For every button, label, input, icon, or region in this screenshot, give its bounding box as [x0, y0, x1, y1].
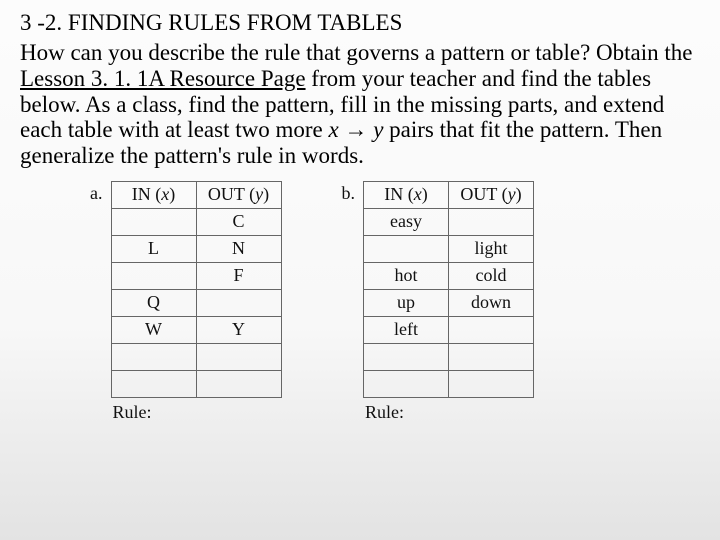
- table-b: IN (x) OUT (y) easy light hotcold updown…: [363, 181, 534, 398]
- cell-out: [196, 289, 281, 316]
- table-a-block: IN (x) OUT (y) C LN F Q WY Rule:: [111, 181, 282, 423]
- table-row: WY: [111, 316, 281, 343]
- table-header-row: IN (x) OUT (y): [111, 181, 281, 208]
- cell-out: down: [449, 289, 534, 316]
- cell-in: [111, 343, 196, 370]
- cell-out: Y: [196, 316, 281, 343]
- instructions: How can you describe the rule that gover…: [20, 40, 700, 169]
- table-row: [364, 370, 534, 397]
- var-y: y: [373, 117, 383, 142]
- cell-in: [111, 208, 196, 235]
- label-b: b.: [342, 181, 356, 204]
- cell-out: N: [196, 235, 281, 262]
- table-row: [364, 343, 534, 370]
- heading-title: FINDING RULES FROM TABLES: [68, 10, 402, 35]
- col-in: IN (x): [111, 181, 196, 208]
- cell-out: cold: [449, 262, 534, 289]
- cell-in: W: [111, 316, 196, 343]
- table-row: updown: [364, 289, 534, 316]
- table-a: IN (x) OUT (y) C LN F Q WY: [111, 181, 282, 398]
- cell-out: [196, 343, 281, 370]
- col-in: IN (x): [364, 181, 449, 208]
- out-post: ): [263, 184, 269, 204]
- cell-in: [364, 235, 449, 262]
- out-var: y: [255, 184, 263, 204]
- table-row: [111, 343, 281, 370]
- tables-row: a. IN (x) OUT (y) C LN F Q WY Rule:: [20, 181, 700, 423]
- cell-out: F: [196, 262, 281, 289]
- cell-out: [449, 316, 534, 343]
- cell-out: [449, 343, 534, 370]
- table-row: light: [364, 235, 534, 262]
- cell-out: C: [196, 208, 281, 235]
- cell-in: [364, 343, 449, 370]
- instr-p1: How can you describe the rule that gover…: [20, 40, 693, 65]
- table-row: easy: [364, 208, 534, 235]
- in-post: ): [422, 184, 428, 204]
- in-var: x: [414, 184, 422, 204]
- cell-in: L: [111, 235, 196, 262]
- cell-out: [449, 208, 534, 235]
- cell-in: left: [364, 316, 449, 343]
- out-post: ): [516, 184, 522, 204]
- cell-in: Q: [111, 289, 196, 316]
- table-row: [111, 370, 281, 397]
- label-a: a.: [90, 181, 103, 204]
- table-row: C: [111, 208, 281, 235]
- table-row: F: [111, 262, 281, 289]
- cell-in: [111, 370, 196, 397]
- col-out: OUT (y): [449, 181, 534, 208]
- cell-in: [364, 370, 449, 397]
- out-pre: OUT (: [460, 184, 507, 204]
- cell-in: up: [364, 289, 449, 316]
- page: 3 -2. FINDING RULES FROM TABLES How can …: [0, 0, 720, 540]
- table-row: LN: [111, 235, 281, 262]
- rule-a: Rule:: [111, 402, 282, 423]
- arrow: →: [339, 117, 374, 142]
- rule-b: Rule:: [363, 402, 534, 423]
- cell-out: [196, 370, 281, 397]
- in-pre: IN (: [384, 184, 414, 204]
- table-a-wrap: a. IN (x) OUT (y) C LN F Q WY Rule:: [90, 181, 282, 423]
- cell-in: [111, 262, 196, 289]
- table-b-block: IN (x) OUT (y) easy light hotcold updown…: [363, 181, 534, 423]
- table-header-row: IN (x) OUT (y): [364, 181, 534, 208]
- in-post: ): [169, 184, 175, 204]
- table-b-wrap: b. IN (x) OUT (y) easy light hotcold upd…: [342, 181, 535, 423]
- var-x: x: [328, 117, 338, 142]
- resource-link: Lesson 3. 1. 1A Resource Page: [20, 66, 306, 91]
- table-row: Q: [111, 289, 281, 316]
- cell-in: easy: [364, 208, 449, 235]
- cell-out: light: [449, 235, 534, 262]
- out-pre: OUT (: [208, 184, 255, 204]
- cell-out: [449, 370, 534, 397]
- heading-num: 3 -2.: [20, 10, 62, 35]
- out-var: y: [508, 184, 516, 204]
- col-out: OUT (y): [196, 181, 281, 208]
- table-row: left: [364, 316, 534, 343]
- heading: 3 -2. FINDING RULES FROM TABLES: [20, 10, 700, 36]
- table-row: hotcold: [364, 262, 534, 289]
- in-pre: IN (: [132, 184, 162, 204]
- cell-in: hot: [364, 262, 449, 289]
